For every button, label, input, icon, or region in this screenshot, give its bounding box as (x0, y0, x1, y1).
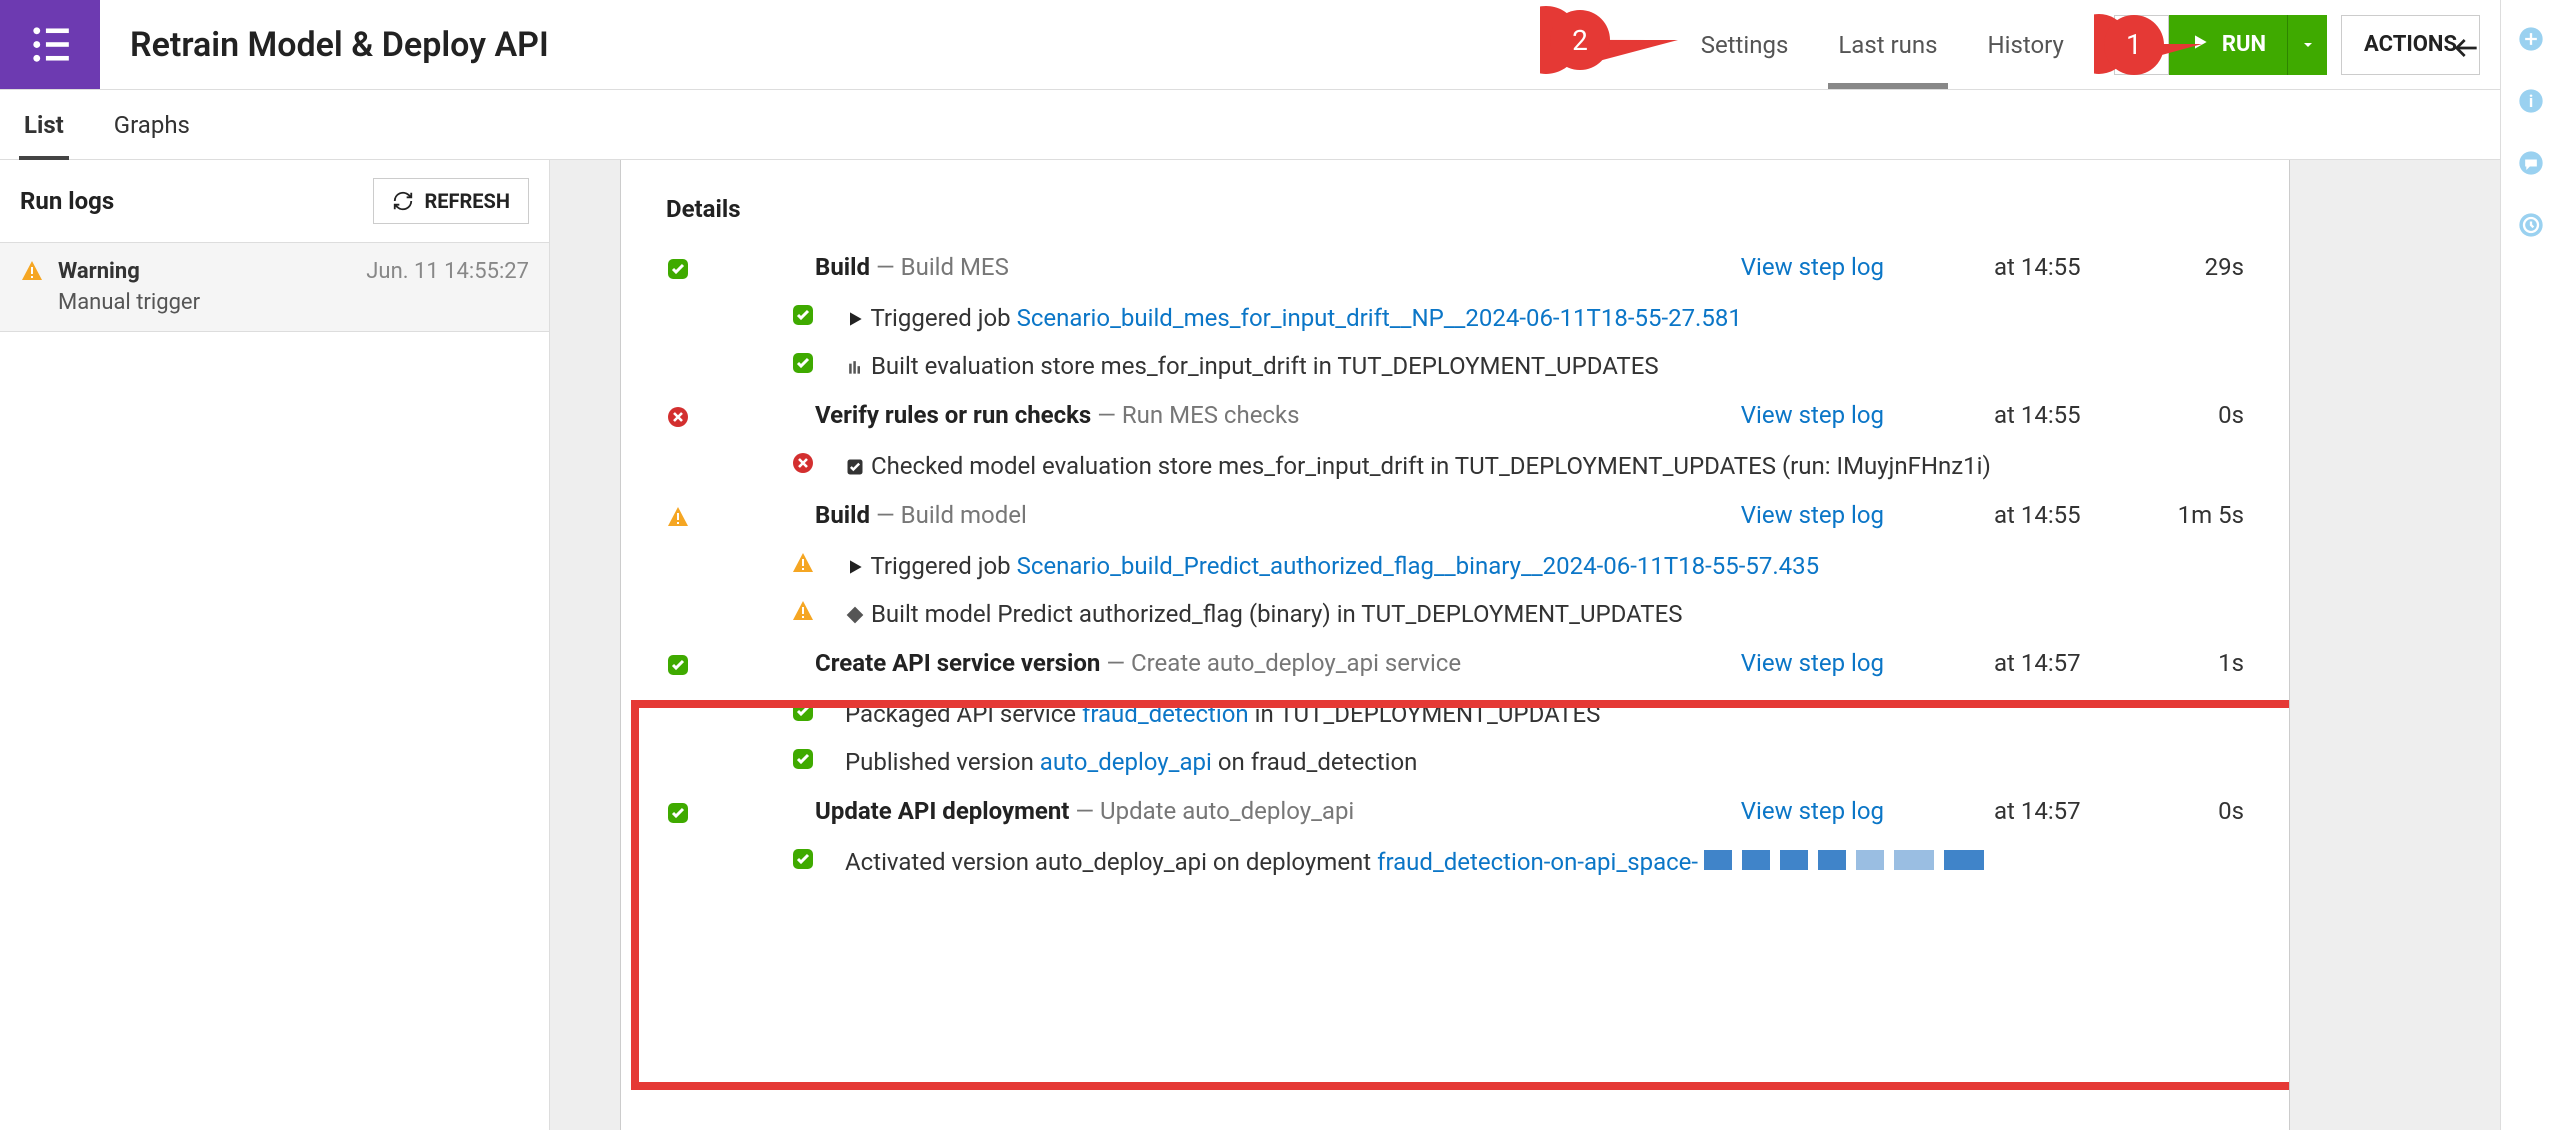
log-entry-subtitle: Manual trigger (58, 290, 352, 315)
job-link[interactable]: Scenario_build_mes_for_input_drift__NP__… (1017, 304, 1742, 332)
step-duration: 1m 5s (2144, 501, 2244, 529)
details-panel: Details Build — Build MES View step log at… (620, 160, 2290, 1130)
step-time: at 14:55 (1994, 401, 2114, 429)
tab-settings[interactable]: Settings (1701, 0, 1789, 89)
step-duration: 29s (2144, 253, 2244, 281)
warning-icon (20, 259, 44, 287)
log-entry-timestamp: Jun. 11 14:55:27 (366, 259, 529, 284)
step-sub-row: Built evaluation store mes_for_input_dri… (666, 351, 2244, 381)
status-icon (791, 699, 815, 729)
run-log-entry[interactable]: Warning Manual trigger Jun. 11 14:55:27 (0, 242, 549, 332)
step-row: Update API deployment — Update auto_depl… (666, 797, 2244, 877)
step-label: Update API deployment — Update auto_depl… (815, 797, 1711, 825)
status-icon (791, 303, 815, 333)
status-icon (791, 551, 815, 581)
refresh-button[interactable]: REFRESH (373, 178, 529, 224)
step-sub-row: Published version auto_deploy_api on fra… (666, 747, 2244, 777)
run-dropdown[interactable] (2287, 15, 2327, 75)
page-title: Retrain Model & Deploy API (130, 25, 1701, 65)
run-logs-heading: Run logs (20, 187, 114, 215)
scenario-icon[interactable] (0, 0, 100, 89)
back-arrow-icon[interactable] (2450, 32, 2482, 68)
step-time: at 14:55 (1994, 253, 2114, 281)
add-icon[interactable] (2517, 25, 2545, 57)
step-sub-row: Packaged API service fraud_detection in … (666, 699, 2244, 729)
step-time: at 14:55 (1994, 501, 2114, 529)
status-icon (666, 405, 690, 433)
step-time: at 14:57 (1994, 797, 2114, 825)
step-sub-row: Built model Predict authorized_flag (bin… (666, 599, 2244, 629)
callout-1: 1 (2104, 15, 2164, 75)
step-row: Build — Build MES View step log at 14:55 29… (666, 253, 2244, 381)
step-label: Build — Build MES (815, 253, 1711, 281)
status-icon (666, 505, 690, 533)
redacted-text (1704, 850, 1984, 870)
job-link[interactable]: Scenario_build_Predict_authorized_flag__… (1017, 552, 1820, 580)
step-label: Build — Build model (815, 501, 1711, 529)
view-step-log-link[interactable]: View step log (1741, 253, 1884, 281)
status-icon (791, 599, 815, 629)
status-icon (666, 257, 690, 285)
step-duration: 0s (2144, 401, 2244, 429)
details-heading: Details (666, 195, 2244, 223)
step-duration: 1s (2144, 649, 2244, 677)
step-label: Verify rules or run checks — Run MES che… (815, 401, 1711, 429)
job-link[interactable]: auto_deploy_api (1040, 748, 1212, 776)
step-sub-row: Activated version auto_deploy_api on dep… (666, 847, 2244, 877)
step-row: Verify rules or run checks — Run MES che… (666, 401, 2244, 481)
step-sub-row: Checked model evaluation store mes_for_i… (666, 451, 2244, 481)
view-step-log-link[interactable]: View step log (1741, 401, 1884, 429)
view-step-log-link[interactable]: View step log (1741, 797, 1884, 825)
job-link[interactable]: fraud_detection (1082, 700, 1249, 728)
subtab-list[interactable]: List (24, 90, 64, 159)
tab-history[interactable]: History (1988, 0, 2064, 89)
step-sub-row: Triggered job Scenario_build_mes_for_inp… (666, 303, 2244, 333)
step-label: Create API service version — Create auto… (815, 649, 1711, 677)
svg-text:i: i (2528, 92, 2532, 111)
status-icon (791, 351, 815, 381)
status-icon (666, 801, 690, 829)
status-icon (791, 451, 815, 481)
refresh-icon (392, 190, 414, 212)
view-step-log-link[interactable]: View step log (1741, 649, 1884, 677)
callout-2: 2 (1550, 10, 1610, 70)
log-entry-title: Warning (58, 259, 352, 284)
step-time: at 14:57 (1994, 649, 2114, 677)
step-row: Create API service version — Create auto… (666, 649, 2244, 777)
tab-last-runs[interactable]: Last runs (1838, 0, 1937, 89)
history-icon[interactable] (2517, 211, 2545, 243)
job-link[interactable]: fraud_detection-on-api_space- (1377, 848, 1698, 876)
info-icon[interactable]: i (2517, 87, 2545, 119)
status-icon (666, 653, 690, 681)
status-icon (791, 847, 815, 877)
step-duration: 0s (2144, 797, 2244, 825)
chat-icon[interactable] (2517, 149, 2545, 181)
step-row: Build — Build model View step log at 14:55… (666, 501, 2244, 629)
step-sub-row: Triggered job Scenario_build_Predict_aut… (666, 551, 2244, 581)
status-icon (791, 747, 815, 777)
subtab-graphs[interactable]: Graphs (114, 90, 190, 159)
view-step-log-link[interactable]: View step log (1741, 501, 1884, 529)
chevron-down-icon (2300, 37, 2316, 53)
